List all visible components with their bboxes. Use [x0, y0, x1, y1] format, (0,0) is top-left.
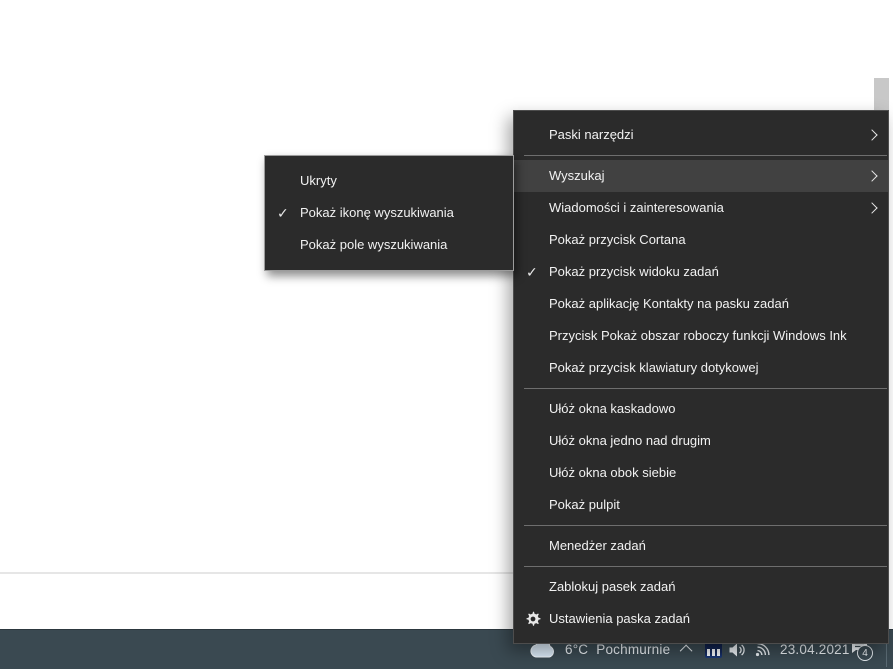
menu-separator [524, 525, 887, 526]
checkmark-icon: ✓ [277, 197, 295, 229]
date-label: 23.04.2021 [780, 642, 850, 657]
menu-item-label: Ukryty [300, 173, 337, 188]
chevron-right-icon [866, 202, 877, 213]
menu-item-label: Pokaż pulpit [549, 497, 620, 512]
menu-item-cascade-windows[interactable]: Ułóż okna kaskadowo [514, 393, 888, 425]
menu-item-label: Pokaż przycisk Cortana [549, 232, 686, 247]
menu-item-touch-keyboard[interactable]: Pokaż przycisk klawiatury dotykowej [514, 352, 888, 384]
menu-item-stack-windows[interactable]: Ułóż okna jedno nad drugim [514, 425, 888, 457]
scrollbar-thumb[interactable] [874, 78, 889, 110]
chevron-right-icon [866, 129, 877, 140]
menu-item-windows-ink[interactable]: Przycisk Pokaż obszar roboczy funkcji Wi… [514, 320, 888, 352]
menu-item-label: Ułóż okna kaskadowo [549, 401, 675, 416]
menu-item-taskbar-settings[interactable]: Ustawienia paska zadań [514, 603, 888, 635]
menu-item-task-view-button[interactable]: ✓ Pokaż przycisk widoku zadań [514, 256, 888, 288]
menu-item-label: Paski narzędzi [549, 127, 634, 142]
menu-item-label: Ustawienia paska zadań [549, 611, 690, 626]
submenu-item-show-search-box[interactable]: Pokaż pole wyszukiwania [265, 229, 513, 261]
menu-item-label: Pokaż ikonę wyszukiwania [300, 205, 454, 220]
menu-separator [524, 388, 887, 389]
menu-item-label: Pokaż przycisk widoku zadań [549, 264, 719, 279]
menu-item-label: Ułóż okna obok siebie [549, 465, 676, 480]
menu-separator [524, 566, 887, 567]
menu-item-label: Przycisk Pokaż obszar roboczy funkcji Wi… [549, 328, 847, 343]
weather-condition: Pochmurnie [596, 642, 670, 657]
menu-item-search[interactable]: Wyszukaj [514, 160, 888, 192]
menu-item-lock-taskbar[interactable]: Zablokuj pasek zadań [514, 571, 888, 603]
wifi-icon [753, 642, 773, 657]
menu-item-label: Ułóż okna jedno nad drugim [549, 433, 711, 448]
submenu-item-hidden[interactable]: Ukryty [265, 165, 513, 197]
chevron-right-icon [866, 170, 877, 181]
menu-item-side-by-side-windows[interactable]: Ułóż okna obok siebie [514, 457, 888, 489]
menu-item-label: Pokaż aplikację Kontakty na pasku zadań [549, 296, 789, 311]
menu-item-cortana-button[interactable]: Pokaż przycisk Cortana [514, 224, 888, 256]
menu-item-label: Pokaż przycisk klawiatury dotykowej [549, 360, 759, 375]
weather-temp: 6°C [565, 642, 588, 657]
submenu-item-show-search-icon[interactable]: ✓ Pokaż ikonę wyszukiwania [265, 197, 513, 229]
taskbar-context-menu: Paski narzędzi Wyszukaj Wiadomości i zai… [513, 110, 889, 644]
menu-item-task-manager[interactable]: Menedżer zadań [514, 530, 888, 562]
menu-item-toolbars[interactable]: Paski narzędzi [514, 119, 888, 151]
menu-item-people-app[interactable]: Pokaż aplikację Kontakty na pasku zadań [514, 288, 888, 320]
menu-item-label: Wyszukaj [549, 168, 605, 183]
menu-item-show-desktop[interactable]: Pokaż pulpit [514, 489, 888, 521]
menu-item-news-and-interests[interactable]: Wiadomości i zainteresowania [514, 192, 888, 224]
menu-item-label: Wiadomości i zainteresowania [549, 200, 724, 215]
checkmark-icon: ✓ [526, 256, 544, 288]
search-submenu: Ukryty ✓ Pokaż ikonę wyszukiwania Pokaż … [264, 155, 514, 271]
chevron-up-icon [679, 645, 692, 658]
menu-separator [524, 155, 887, 156]
menu-item-label: Menedżer zadań [549, 538, 646, 553]
gear-icon [525, 611, 541, 627]
window-edge-line [0, 572, 514, 574]
menu-item-label: Pokaż pole wyszukiwania [300, 237, 447, 252]
notification-badge: 4 [857, 645, 873, 661]
menu-item-label: Zablokuj pasek zadań [549, 579, 675, 594]
